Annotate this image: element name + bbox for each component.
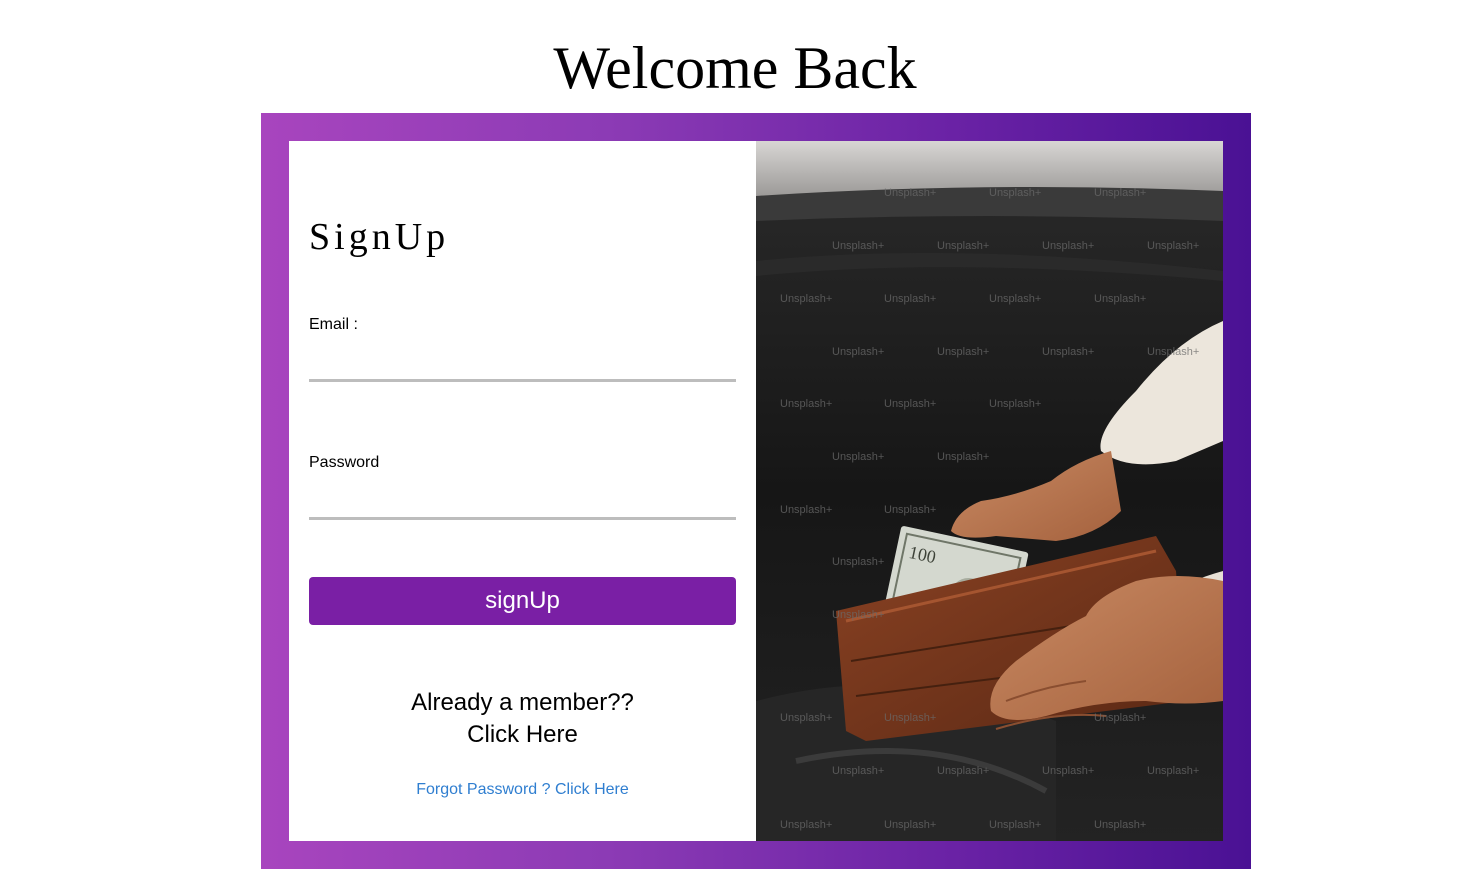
svg-text:Unsplash+: Unsplash+: [884, 712, 936, 724]
svg-text:Unsplash+: Unsplash+: [832, 765, 884, 777]
svg-text:Unsplash+: Unsplash+: [937, 240, 989, 252]
svg-text:Unsplash+: Unsplash+: [989, 293, 1041, 305]
svg-text:Unsplash+: Unsplash+: [780, 504, 832, 516]
svg-text:Unsplash+: Unsplash+: [780, 398, 832, 410]
svg-text:Unsplash+: Unsplash+: [937, 765, 989, 777]
svg-text:Unsplash+: Unsplash+: [780, 712, 832, 724]
already-member-text: Already a member??: [411, 689, 634, 716]
email-label: Email :: [309, 316, 358, 333]
password-label: Password: [309, 454, 380, 471]
svg-text:Unsplash+: Unsplash+: [1094, 187, 1146, 199]
svg-text:Unsplash+: Unsplash+: [832, 451, 884, 463]
svg-text:Unsplash+: Unsplash+: [1094, 819, 1146, 831]
svg-text:Unsplash+: Unsplash+: [832, 609, 884, 621]
svg-text:Unsplash+: Unsplash+: [1042, 240, 1094, 252]
svg-text:Unsplash+: Unsplash+: [832, 240, 884, 252]
svg-text:Unsplash+: Unsplash+: [1094, 712, 1146, 724]
svg-text:Unsplash+: Unsplash+: [832, 346, 884, 358]
password-input[interactable]: [309, 487, 736, 520]
signup-form-panel: SignUp Email : Password signUp Already a…: [289, 141, 756, 841]
svg-text:Unsplash+: Unsplash+: [1042, 346, 1094, 358]
svg-text:Unsplash+: Unsplash+: [1147, 346, 1199, 358]
svg-text:Unsplash+: Unsplash+: [989, 819, 1041, 831]
forgot-password-link[interactable]: Forgot Password ? Click Here: [289, 781, 756, 799]
svg-text:Unsplash+: Unsplash+: [1042, 765, 1094, 777]
svg-text:Unsplash+: Unsplash+: [780, 293, 832, 305]
wallet-photo-illustration: 100 Unsplash+ Unsplash+ Unsplash+ Unspla…: [756, 141, 1223, 841]
signup-card-frame: SignUp Email : Password signUp Already a…: [261, 113, 1251, 869]
svg-text:Unsplash+: Unsplash+: [884, 819, 936, 831]
svg-text:Unsplash+: Unsplash+: [832, 556, 884, 568]
svg-text:Unsplash+: Unsplash+: [884, 293, 936, 305]
email-input[interactable]: [309, 349, 736, 382]
svg-text:Unsplash+: Unsplash+: [1147, 240, 1199, 252]
svg-text:Unsplash+: Unsplash+: [884, 187, 936, 199]
svg-text:Unsplash+: Unsplash+: [989, 187, 1041, 199]
svg-text:Unsplash+: Unsplash+: [884, 398, 936, 410]
svg-text:Unsplash+: Unsplash+: [937, 346, 989, 358]
wallet-photo: 100 Unsplash+ Unsplash+ Unsplash+ Unspla…: [756, 141, 1223, 841]
svg-text:Unsplash+: Unsplash+: [1094, 293, 1146, 305]
svg-text:Unsplash+: Unsplash+: [989, 398, 1041, 410]
signup-button[interactable]: signUp: [309, 577, 736, 625]
form-heading: SignUp: [309, 216, 450, 258]
page-title: Welcome Back: [553, 35, 917, 101]
click-here-text: Click Here: [467, 721, 578, 748]
already-member-link[interactable]: Already a member?? Click Here: [289, 687, 756, 751]
svg-text:Unsplash+: Unsplash+: [937, 451, 989, 463]
svg-text:Unsplash+: Unsplash+: [884, 504, 936, 516]
svg-text:Unsplash+: Unsplash+: [1147, 765, 1199, 777]
svg-text:Unsplash+: Unsplash+: [780, 819, 832, 831]
